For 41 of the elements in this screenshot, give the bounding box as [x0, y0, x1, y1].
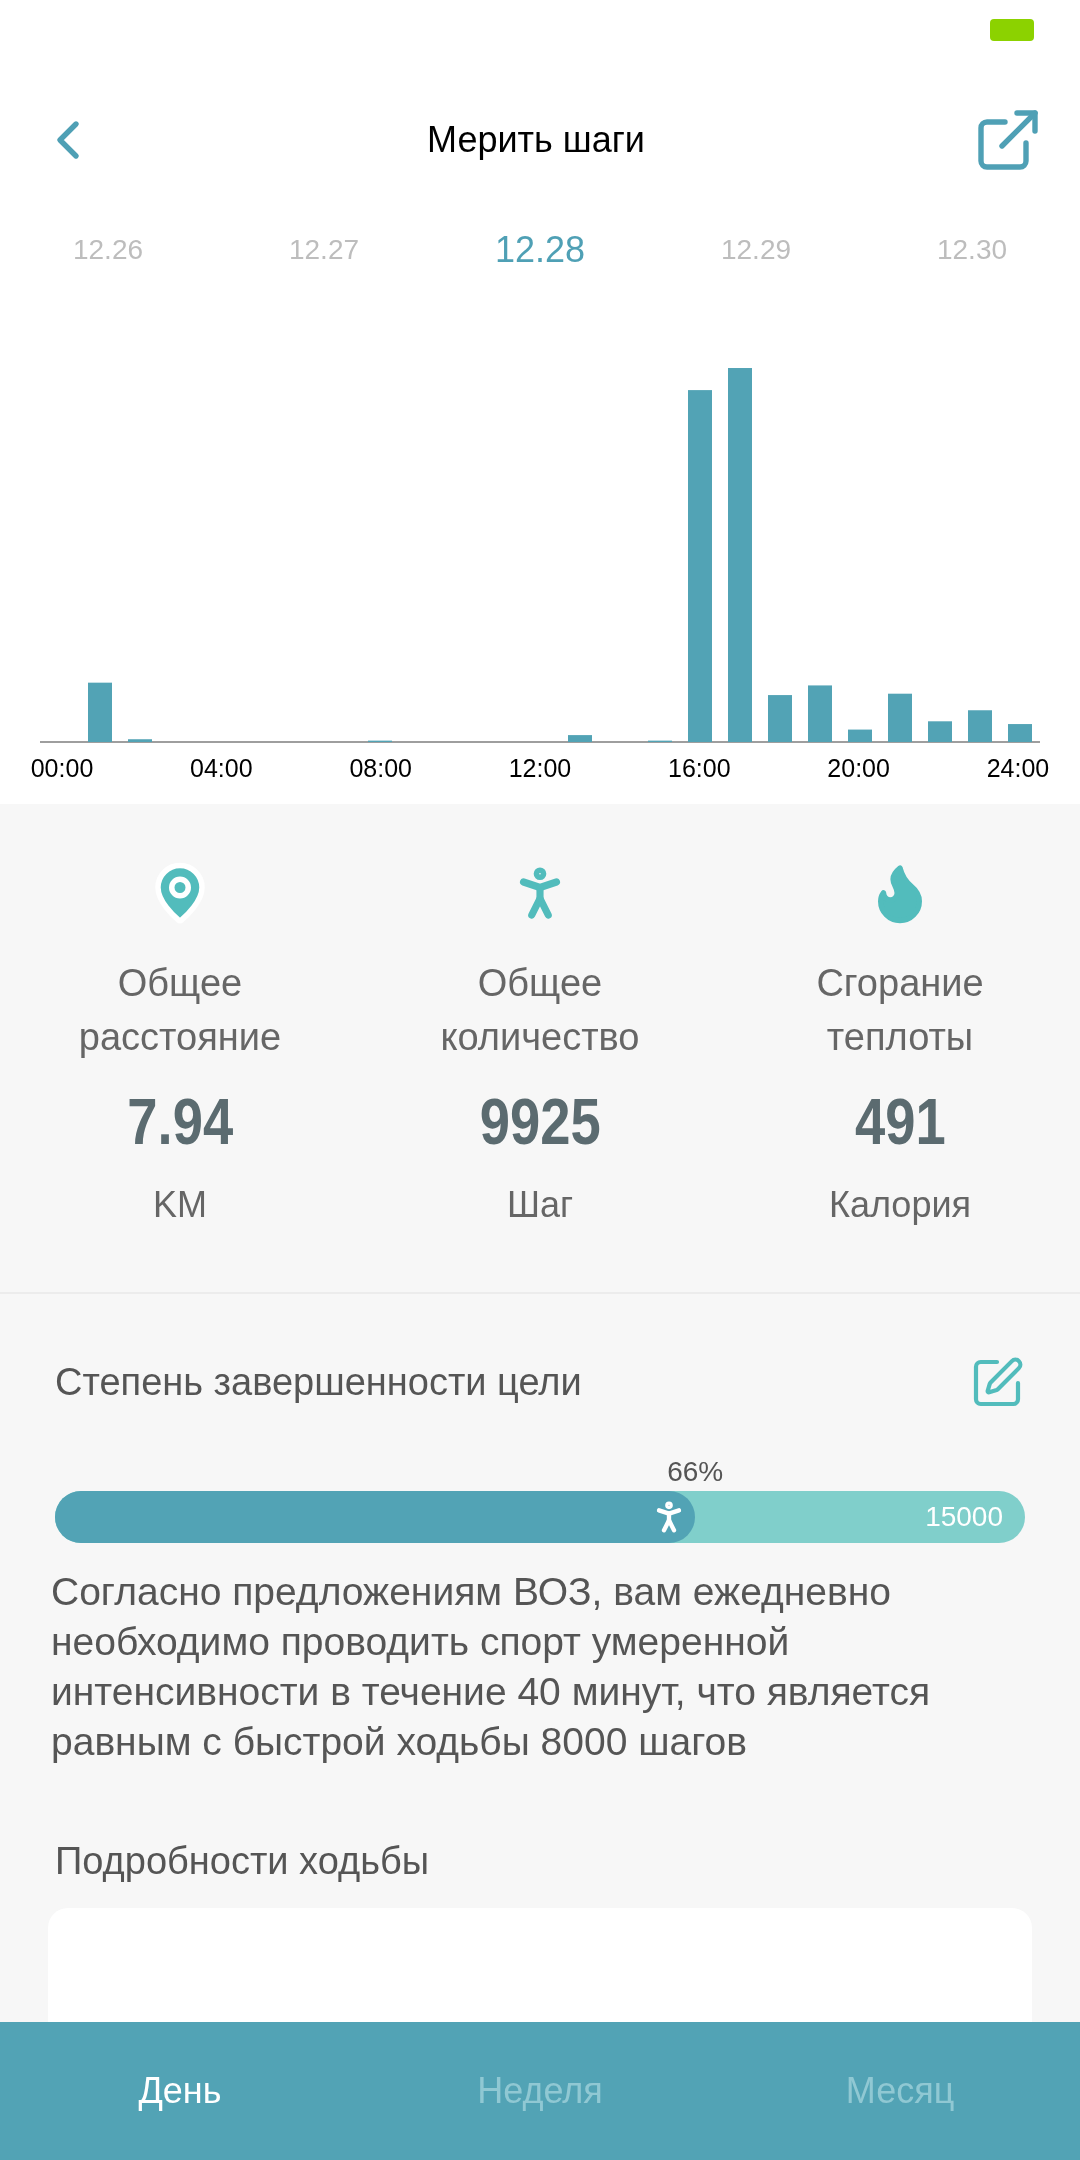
advice-text: Согласно предложениям ВОЗ, вам ежедневно необходимо проводить спорт умеренной интенсивности в течение 40 минут, что является равным с быстрой ходьбы 8000 шагов	[51, 1569, 931, 1765]
battery-icon	[990, 19, 1034, 41]
axis-label: 16:00	[667, 753, 732, 784]
details-title: Подробности ходьбы	[55, 1839, 431, 1884]
stat-label: Общее количество	[439, 961, 641, 1060]
axis-label: 12:00	[507, 753, 573, 784]
chart-bar	[128, 739, 152, 742]
date-tab[interactable]: 12.29	[648, 229, 864, 271]
stat-value: 9925	[479, 1085, 601, 1160]
chart-bar	[848, 729, 872, 742]
goal-percent: 66%	[667, 1455, 724, 1489]
page-title: Мерить шаги	[427, 118, 645, 162]
stat-unit: Шаг	[506, 1183, 574, 1227]
stat-unit: KM	[153, 1183, 207, 1227]
date-tab[interactable]: 12.28	[432, 223, 648, 277]
stat-label: Сгорание теплоты	[815, 961, 985, 1060]
period-tab[interactable]: Месяц	[720, 2064, 1080, 2118]
chart-bar	[768, 695, 792, 742]
stat-unit: Калория	[828, 1183, 972, 1227]
goal-target: 15000	[925, 1500, 1003, 1534]
axis-label: 00:00	[29, 753, 95, 784]
stat-label: Общее расстояние	[77, 961, 283, 1060]
chart-bar	[1008, 724, 1032, 742]
chart-bar	[928, 721, 952, 742]
axis-label: 04:00	[189, 753, 254, 784]
chart-bar	[968, 710, 992, 742]
axis-label: 24:00	[985, 753, 1051, 784]
chart-bar	[568, 735, 592, 742]
period-tab[interactable]: День	[0, 2064, 360, 2118]
stat-value: 491	[854, 1085, 946, 1160]
stat-value: 7.94	[127, 1085, 233, 1160]
period-tab[interactable]: Неделя	[360, 2064, 720, 2118]
chart-bar	[888, 693, 912, 742]
axis-label: 20:00	[826, 753, 891, 784]
date-tab[interactable]: 12.26	[0, 229, 216, 271]
axis-label: 08:00	[348, 753, 413, 784]
chart-bar	[808, 685, 832, 742]
date-tab[interactable]: 12.27	[216, 229, 432, 271]
date-tab[interactable]: 12.30	[864, 229, 1080, 271]
chart-bar	[88, 682, 112, 742]
goal-title: Степень завершенности цели	[55, 1360, 582, 1405]
